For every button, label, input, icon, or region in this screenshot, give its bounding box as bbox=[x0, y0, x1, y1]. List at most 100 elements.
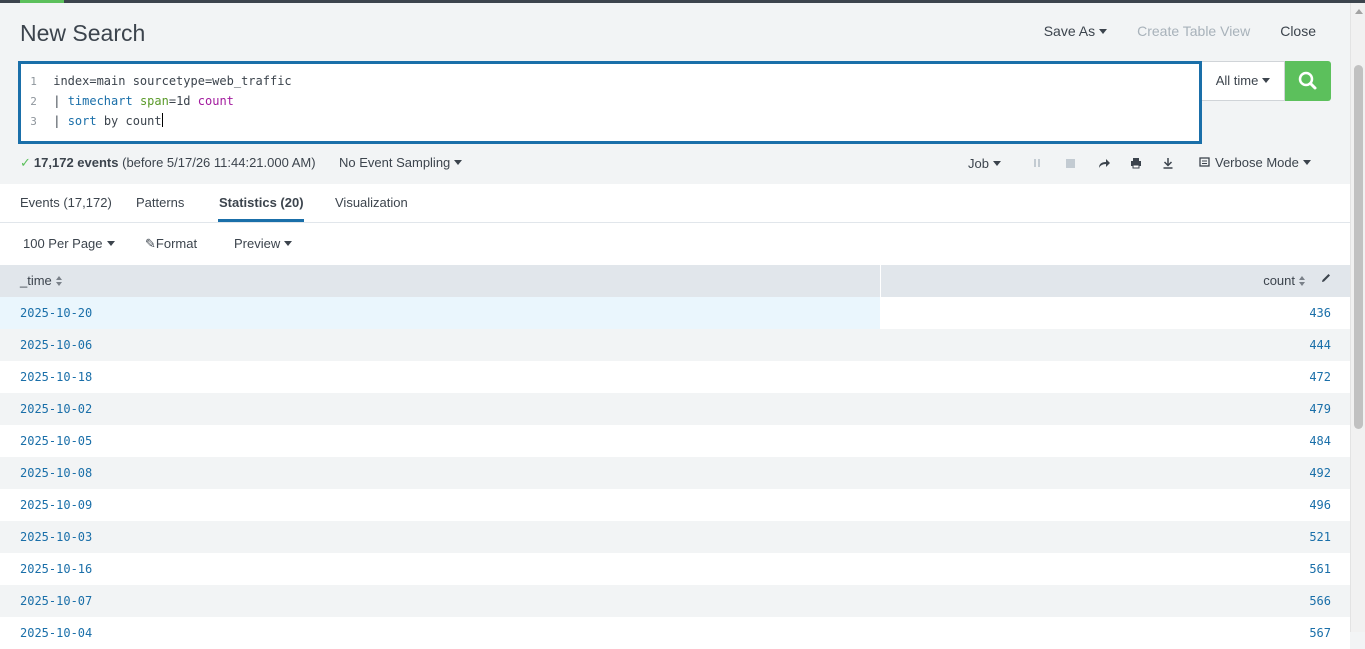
count-cell[interactable]: 567 bbox=[1309, 626, 1331, 640]
count-cell[interactable]: 472 bbox=[1309, 370, 1331, 384]
table-body: 2025-10-20 436 2025-10-06 444 2025-10-18 47… bbox=[0, 297, 1350, 649]
share-button[interactable] bbox=[1087, 155, 1119, 171]
text-cursor bbox=[161, 113, 163, 127]
search-status: ✓ 17,172 events (before 5/17/26 11:44:21.… bbox=[20, 155, 316, 171]
chevron-down-icon bbox=[106, 241, 115, 246]
time-cell[interactable]: 2025-10-16 bbox=[20, 562, 92, 576]
preview-label: Preview bbox=[234, 236, 281, 251]
format-button[interactable]: ✎Format bbox=[145, 236, 197, 252]
scroll-up-icon[interactable] bbox=[1355, 9, 1363, 14]
count-cell[interactable]: 566 bbox=[1309, 594, 1331, 608]
top-app-bar bbox=[0, 0, 1365, 3]
query-space bbox=[133, 94, 140, 108]
scrollbar-thumb[interactable] bbox=[1354, 65, 1363, 429]
query-command: sort bbox=[67, 114, 97, 128]
export-button[interactable] bbox=[1151, 155, 1183, 171]
table-options-bar: 100 Per Page ✎Format Preview bbox=[0, 223, 1350, 265]
chevron-down-icon bbox=[284, 241, 293, 246]
search-button[interactable] bbox=[1285, 61, 1331, 101]
time-cell[interactable]: 2025-10-02 bbox=[20, 402, 92, 416]
column-header-count[interactable]: count bbox=[1263, 273, 1305, 288]
sort-icon bbox=[1299, 276, 1305, 286]
time-cell[interactable]: 2025-10-09 bbox=[20, 498, 92, 512]
count-cell[interactable]: 444 bbox=[1309, 338, 1331, 352]
table-row: 2025-10-08 492 bbox=[0, 457, 1350, 489]
query-argument-value: =1d bbox=[168, 94, 198, 108]
job-label: Job bbox=[968, 155, 989, 171]
table-row: 2025-10-20 436 bbox=[0, 297, 1350, 329]
pause-icon bbox=[1033, 159, 1040, 167]
column-header-label: count bbox=[1263, 273, 1295, 288]
count-cell[interactable]: 492 bbox=[1309, 466, 1331, 480]
event-count-detail: (before 5/17/26 11:44:21.000 AM) bbox=[122, 155, 316, 170]
query-line-2: 2 | timechart span=1d count bbox=[21, 91, 234, 111]
query-line-3: 3 | sort by count bbox=[21, 111, 163, 131]
count-cell[interactable]: 521 bbox=[1309, 530, 1331, 544]
mode-icon bbox=[1199, 157, 1210, 167]
time-cell[interactable]: 2025-10-20 bbox=[20, 306, 92, 320]
count-cell[interactable]: 496 bbox=[1309, 498, 1331, 512]
search-query-editor[interactable]: 1 index=main sourcetype=web_traffic 2 | … bbox=[18, 61, 1202, 144]
tab-events[interactable]: Events (17,172) bbox=[20, 195, 112, 210]
format-label: Format bbox=[155, 236, 198, 251]
edit-column-button[interactable] bbox=[1320, 272, 1332, 287]
table-row: 2025-10-05 484 bbox=[0, 425, 1350, 457]
close-button[interactable]: Close bbox=[1280, 22, 1316, 40]
time-cell[interactable]: 2025-10-04 bbox=[20, 626, 92, 640]
job-menu[interactable]: Job bbox=[968, 156, 1001, 171]
share-icon bbox=[1098, 159, 1110, 168]
pencil-icon: ✎ bbox=[145, 236, 156, 251]
chevron-down-icon bbox=[992, 160, 1001, 166]
header-actions: Save As Create Table View Close bbox=[1044, 22, 1316, 40]
count-cell[interactable]: 479 bbox=[1309, 402, 1331, 416]
table-row: 2025-10-07 566 bbox=[0, 585, 1350, 617]
page-scrollbar[interactable] bbox=[1350, 3, 1365, 632]
count-cell[interactable]: 484 bbox=[1309, 434, 1331, 448]
search-mode-dropdown[interactable]: Verbose Mode bbox=[1199, 155, 1311, 170]
active-app-indicator bbox=[20, 0, 64, 3]
time-range-label: All time bbox=[1215, 73, 1259, 88]
count-cell[interactable]: 561 bbox=[1309, 562, 1331, 576]
time-range-picker[interactable]: All time bbox=[1202, 61, 1285, 101]
chevron-down-icon bbox=[1099, 29, 1108, 34]
query-text: by count bbox=[96, 114, 162, 128]
time-cell[interactable]: 2025-10-08 bbox=[20, 466, 92, 480]
time-cell[interactable]: 2025-10-07 bbox=[20, 594, 92, 608]
per-page-dropdown[interactable]: 100 Per Page bbox=[23, 236, 115, 251]
table-row: 2025-10-09 496 bbox=[0, 489, 1350, 521]
query-command: timechart bbox=[67, 94, 133, 108]
table-row: 2025-10-06 444 bbox=[0, 329, 1350, 361]
chevron-down-icon bbox=[1262, 78, 1271, 83]
table-row: 2025-10-02 479 bbox=[0, 393, 1350, 425]
query-pipe: | bbox=[53, 94, 68, 108]
preview-dropdown[interactable]: Preview bbox=[234, 236, 293, 251]
tab-statistics[interactable]: Statistics (20) bbox=[219, 195, 304, 210]
event-count: 17,172 events bbox=[33, 155, 119, 170]
per-page-label: 100 Per Page bbox=[23, 236, 103, 251]
print-button[interactable] bbox=[1119, 155, 1151, 171]
tab-patterns[interactable]: Patterns bbox=[136, 195, 184, 210]
time-cell[interactable]: 2025-10-18 bbox=[20, 370, 92, 384]
save-as-button[interactable]: Save As bbox=[1044, 22, 1108, 40]
event-sampling-label: No Event Sampling bbox=[339, 155, 451, 170]
table-row: 2025-10-03 521 bbox=[0, 521, 1350, 553]
count-cell[interactable]: 436 bbox=[1309, 306, 1331, 320]
time-cell[interactable]: 2025-10-05 bbox=[20, 434, 92, 448]
line-number: 3 bbox=[30, 115, 37, 128]
search-icon bbox=[1298, 71, 1317, 90]
create-table-view-button[interactable]: Create Table View bbox=[1137, 22, 1250, 40]
active-tab-indicator bbox=[218, 219, 304, 222]
checkmark-icon: ✓ bbox=[20, 155, 31, 170]
event-sampling-dropdown[interactable]: No Event Sampling bbox=[339, 155, 463, 170]
column-divider bbox=[880, 265, 881, 297]
column-header-time[interactable]: _time bbox=[20, 273, 62, 288]
chevron-down-icon bbox=[454, 160, 463, 165]
results-tabs: Events (17,172) Patterns Statistics (20)… bbox=[0, 184, 1350, 223]
query-pipe: | bbox=[53, 114, 68, 128]
time-cell[interactable]: 2025-10-03 bbox=[20, 530, 92, 544]
line-number: 2 bbox=[30, 95, 37, 108]
time-cell[interactable]: 2025-10-06 bbox=[20, 338, 92, 352]
tab-visualization[interactable]: Visualization bbox=[335, 195, 408, 210]
pause-button[interactable] bbox=[1023, 155, 1055, 171]
stop-button[interactable] bbox=[1055, 155, 1087, 171]
